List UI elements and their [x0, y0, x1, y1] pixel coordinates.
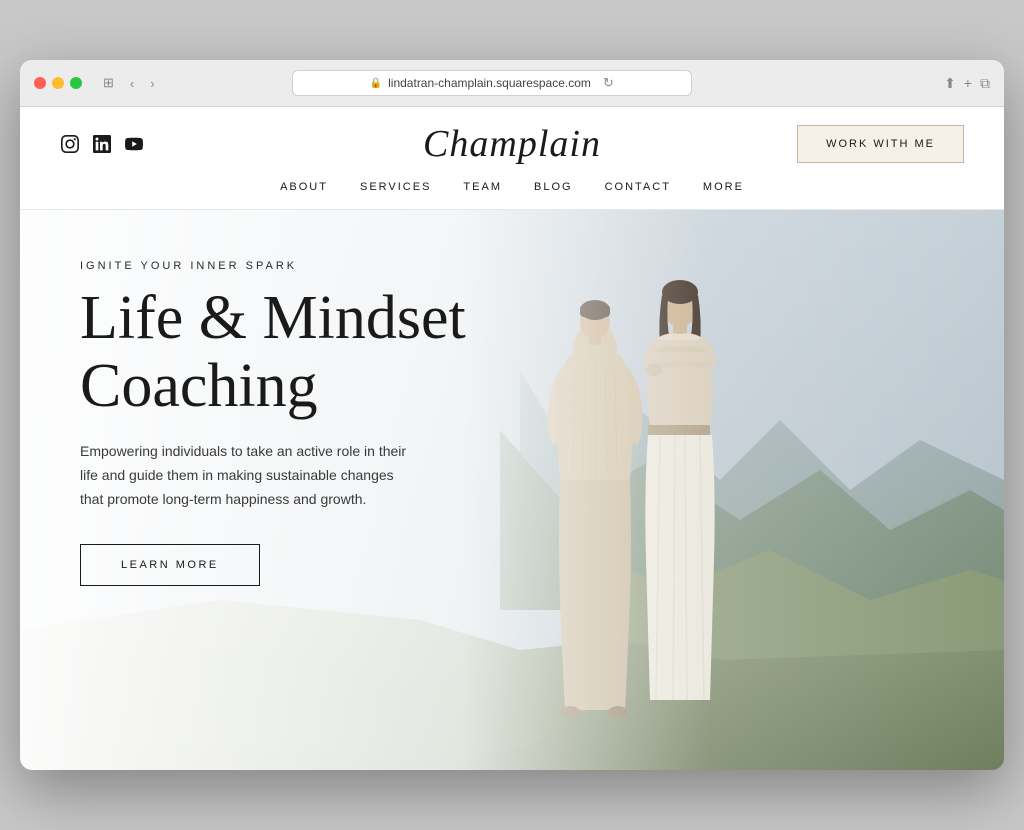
- nav-item-services[interactable]: SERVICES: [360, 181, 431, 193]
- sidebar-toggle-icon[interactable]: ⊞: [98, 73, 119, 93]
- linkedin-icon[interactable]: [92, 134, 112, 154]
- hero-title: Life & Mindset Coaching: [80, 284, 466, 420]
- back-button[interactable]: ‹: [125, 74, 139, 93]
- work-with-me-button[interactable]: WORK WITH ME: [797, 125, 964, 163]
- nav-item-blog[interactable]: BLOG: [534, 181, 573, 193]
- nav-item-team[interactable]: TEAM: [463, 181, 502, 193]
- tab-overview-icon[interactable]: ⧉: [980, 75, 990, 92]
- url-text: lindatran-champlain.squarespace.com: [388, 76, 591, 90]
- close-button[interactable]: [34, 77, 46, 89]
- share-icon[interactable]: ⬆: [944, 75, 956, 92]
- website-content: Champlain WORK WITH ME ABOUT SERVICES TE…: [20, 107, 1004, 770]
- browser-window: ⊞ ‹ › 🔒 lindatran-champlain.squarespace.…: [20, 60, 1004, 770]
- nav-item-contact[interactable]: CONTACT: [605, 181, 671, 193]
- hero-section: IGNITE YOUR INNER SPARK Life & Mindset C…: [20, 210, 1004, 770]
- traffic-lights: [34, 77, 82, 89]
- hero-subtitle: IGNITE YOUR INNER SPARK: [80, 260, 466, 272]
- address-bar[interactable]: 🔒 lindatran-champlain.squarespace.com ↻: [292, 70, 692, 96]
- browser-controls: ⊞ ‹ ›: [98, 73, 160, 93]
- learn-more-button[interactable]: LEARN MORE: [80, 544, 260, 586]
- site-title: Champlain: [423, 122, 601, 166]
- hero-title-line2: Coaching: [80, 352, 318, 420]
- hero-description: Empowering individuals to take an active…: [80, 440, 410, 511]
- forward-button[interactable]: ›: [145, 74, 159, 93]
- maximize-button[interactable]: [70, 77, 82, 89]
- youtube-icon[interactable]: [124, 134, 144, 154]
- browser-actions: ⬆ + ⧉: [944, 75, 990, 92]
- hero-content: IGNITE YOUR INNER SPARK Life & Mindset C…: [80, 260, 466, 586]
- site-navigation: ABOUT SERVICES TEAM BLOG CONTACT MORE: [20, 171, 1004, 210]
- reload-icon[interactable]: ↻: [603, 75, 614, 91]
- instagram-icon[interactable]: [60, 134, 80, 154]
- nav-item-about[interactable]: ABOUT: [280, 181, 328, 193]
- hero-title-line1: Life & Mindset: [80, 284, 466, 352]
- lock-icon: 🔒: [370, 78, 382, 89]
- site-header: Champlain WORK WITH ME: [20, 107, 1004, 171]
- minimize-button[interactable]: [52, 77, 64, 89]
- browser-chrome: ⊞ ‹ › 🔒 lindatran-champlain.squarespace.…: [20, 60, 1004, 107]
- social-icons: [60, 134, 144, 154]
- new-tab-icon[interactable]: +: [964, 75, 972, 92]
- nav-item-more[interactable]: MORE: [703, 181, 744, 193]
